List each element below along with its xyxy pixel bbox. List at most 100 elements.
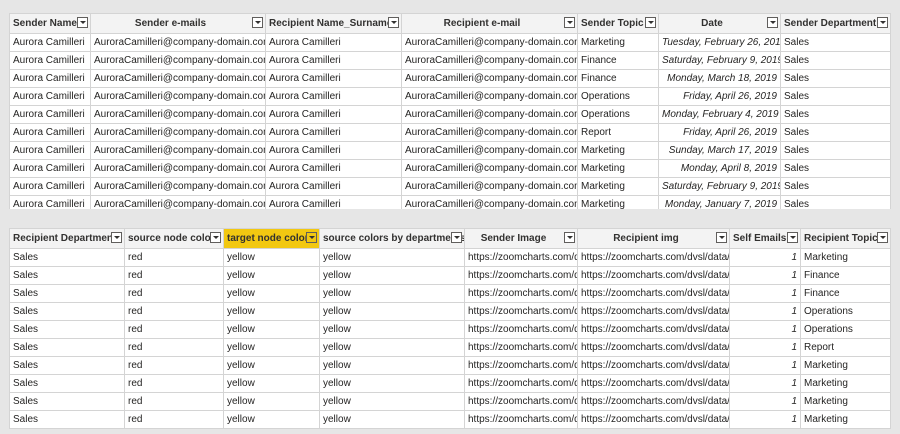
filter-dropdown-icon[interactable]	[787, 232, 798, 243]
table-row[interactable]: Aurora Camilleri AuroraCamilleri@company-…	[9, 33, 891, 52]
table-cell: Sales	[9, 284, 125, 303]
column-header-recipient-topic[interactable]: Recipient Topic	[800, 228, 891, 249]
filter-dropdown-icon[interactable]	[111, 232, 122, 243]
table-row[interactable]: Sales red yellow yellow https://zoomcharts.c…	[9, 410, 891, 429]
table-cell: Saturday, February 9, 2019	[658, 51, 781, 70]
table-cell: https://zoomcharts.com/dv	[464, 392, 578, 411]
table-row[interactable]: Sales red yellow yellow https://zoomcharts.c…	[9, 248, 891, 267]
table-row[interactable]: Aurora Camilleri AuroraCamilleri@company-…	[9, 141, 891, 160]
table-row[interactable]: Sales red yellow yellow https://zoomcharts.c…	[9, 302, 891, 321]
table-cell: AuroraCamilleri@company-domain.com	[90, 105, 266, 124]
column-header-recipient-name[interactable]: Recipient Name_Surname	[265, 13, 402, 34]
column-header-label: Recipient img	[613, 233, 679, 244]
filter-dropdown-icon[interactable]	[564, 232, 575, 243]
column-header-label: Sender Name_	[13, 18, 83, 29]
table-cell: Operations	[800, 302, 891, 321]
table-row[interactable]: Sales red yellow yellow https://zoomcharts.c…	[9, 266, 891, 285]
filter-dropdown-icon[interactable]	[252, 17, 263, 28]
column-header-label: Sender Department	[784, 18, 877, 29]
table-row[interactable]: Sales red yellow yellow https://zoomcharts.c…	[9, 338, 891, 357]
column-header-recipient-department[interactable]: Recipient Department	[9, 228, 125, 249]
table-header-row: Sender Name_ Sender e-mails Recipient Na…	[9, 13, 891, 34]
table-cell: AuroraCamilleri@company-domain.com	[90, 87, 266, 106]
filter-dropdown-icon[interactable]	[77, 17, 88, 28]
table-cell: Aurora Camilleri	[265, 123, 402, 142]
table-cell: https://zoomcharts.com/dv	[464, 284, 578, 303]
table-cell: Sales	[9, 248, 125, 267]
column-header-sender-name[interactable]: Sender Name_	[9, 13, 91, 34]
table-row[interactable]: Aurora Camilleri AuroraCamilleri@company-…	[9, 105, 891, 124]
table-cell: https://zoomcharts.com/dv	[464, 374, 578, 393]
table-row[interactable]: Aurora Camilleri AuroraCamilleri@company-…	[9, 177, 891, 196]
table-row[interactable]: Sales red yellow yellow https://zoomcharts.c…	[9, 392, 891, 411]
table-cell: Marketing	[577, 33, 659, 52]
table-row[interactable]: Sales red yellow yellow https://zoomcharts.c…	[9, 284, 891, 303]
column-header-recipient-email[interactable]: Recipient e-mail	[401, 13, 578, 34]
filter-dropdown-icon[interactable]	[877, 232, 888, 243]
table-cell: Friday, April 26, 2019	[658, 123, 781, 142]
table-cell: Aurora Camilleri	[9, 51, 91, 70]
table-cell: Sales	[780, 105, 891, 124]
table-cell: 1	[729, 284, 801, 303]
table-cell: Monday, April 8, 2019	[658, 159, 781, 178]
table-row[interactable]: Sales red yellow yellow https://zoomcharts.c…	[9, 374, 891, 393]
column-header-sender-department[interactable]: Sender Department	[780, 13, 891, 34]
table-cell: AuroraCamilleri@company-domain.com	[90, 177, 266, 196]
table-cell: yellow	[223, 248, 320, 267]
table-cell: https://zoomcharts.com/dvsl/data/n	[577, 338, 730, 357]
column-header-sender-topic[interactable]: Sender Topic	[577, 13, 659, 34]
table-row[interactable]: Aurora Camilleri AuroraCamilleri@company-…	[9, 69, 891, 88]
column-header-label: source node color	[128, 233, 215, 244]
table-cell: Sales	[780, 69, 891, 88]
column-header-target-node-color[interactable]: target node color	[223, 228, 320, 249]
column-header-label: Sender Image	[480, 233, 547, 244]
table-cell: Operations	[800, 320, 891, 339]
table-row[interactable]: Sales red yellow yellow https://zoomcharts.c…	[9, 356, 891, 375]
column-header-recipient-img[interactable]: Recipient img	[577, 228, 730, 249]
table-row[interactable]: Aurora Camilleri AuroraCamilleri@company-…	[9, 87, 891, 106]
table-cell: https://zoomcharts.com/dvsl/data/n	[577, 356, 730, 375]
column-header-self-emails[interactable]: Self Emails	[729, 228, 801, 249]
table-header-row: Recipient Department source node color t…	[9, 228, 891, 249]
filter-dropdown-icon[interactable]	[645, 17, 656, 28]
table-cell: https://zoomcharts.com/dvsl/data/n	[577, 266, 730, 285]
table-row[interactable]: Sales red yellow yellow https://zoomcharts.c…	[9, 320, 891, 339]
table-row[interactable]: Aurora Camilleri AuroraCamilleri@company-…	[9, 123, 891, 142]
filter-dropdown-icon[interactable]	[388, 17, 399, 28]
table-cell: Marketing	[800, 248, 891, 267]
column-header-label: Sender e-mails	[134, 18, 207, 29]
column-header-sender-image[interactable]: Sender Image	[464, 228, 578, 249]
table-cell: Sales	[9, 320, 125, 339]
filter-dropdown-icon[interactable]	[767, 17, 778, 28]
column-header-source-colors-by-departments[interactable]: source colors by departments	[319, 228, 465, 249]
column-header-label: Date	[701, 18, 723, 29]
table-cell: Report	[800, 338, 891, 357]
filter-dropdown-icon[interactable]	[451, 232, 462, 243]
filter-dropdown-icon[interactable]	[716, 232, 727, 243]
filter-dropdown-icon[interactable]	[210, 232, 221, 243]
sender-data-table: Sender Name_ Sender e-mails Recipient Na…	[9, 13, 891, 214]
table-cell: 1	[729, 338, 801, 357]
column-header-source-node-color[interactable]: source node color	[124, 228, 224, 249]
recipient-data-table: Recipient Department source node color t…	[9, 228, 891, 429]
table-cell: https://zoomcharts.com/dvsl/data/n	[577, 248, 730, 267]
column-header-sender-emails[interactable]: Sender e-mails	[90, 13, 266, 34]
table-cell: AuroraCamilleri@company-domain.com	[90, 141, 266, 160]
table-cell: red	[124, 248, 224, 267]
filter-dropdown-icon[interactable]	[306, 232, 317, 243]
table-cell: Aurora Camilleri	[265, 177, 402, 196]
table-cell: yellow	[319, 374, 465, 393]
table-row[interactable]: Aurora Camilleri AuroraCamilleri@company-…	[9, 51, 891, 70]
table-cell: AuroraCamilleri@company-domain.com	[401, 177, 578, 196]
table-cell: yellow	[223, 284, 320, 303]
table-cell: Aurora Camilleri	[9, 141, 91, 160]
filter-dropdown-icon[interactable]	[877, 17, 888, 28]
filter-dropdown-icon[interactable]	[564, 17, 575, 28]
table-cell: 1	[729, 374, 801, 393]
column-header-label: Sender Topic	[581, 18, 644, 29]
table-cell: Sales	[780, 51, 891, 70]
column-header-date[interactable]: Date	[658, 13, 781, 34]
table-cell: Sales	[780, 123, 891, 142]
table-row[interactable]: Aurora Camilleri AuroraCamilleri@company-…	[9, 159, 891, 178]
table-cell: Marketing	[577, 141, 659, 160]
